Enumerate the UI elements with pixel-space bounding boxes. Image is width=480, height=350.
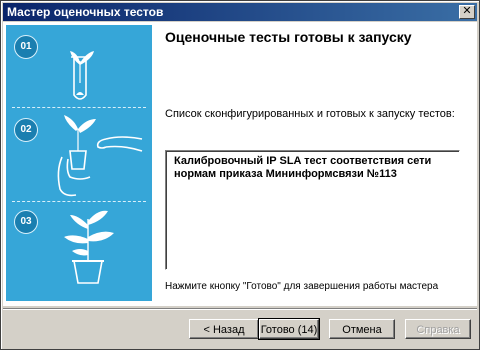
test-list[interactable]: Калибровочный IP SLA тест соответствия с…	[165, 150, 460, 270]
step-divider	[12, 107, 146, 108]
back-button[interactable]: < Назад	[189, 319, 259, 339]
step-2-badge: 02	[14, 118, 38, 142]
step-divider	[12, 201, 146, 202]
page-title: Оценочные тесты готовы к запуску	[165, 29, 412, 45]
finish-button[interactable]: Готово (14)	[258, 318, 320, 340]
window-title: Мастер оценочных тестов	[7, 5, 164, 19]
list-item[interactable]: Калибровочный IP SLA тест соответствия с…	[174, 155, 449, 181]
step-3-badge: 03	[14, 210, 38, 234]
close-button[interactable]: ✕	[459, 5, 475, 19]
cancel-button[interactable]: Отмена	[329, 319, 395, 339]
test-list-label: Список сконфигурированных и готовых к за…	[165, 108, 455, 120]
title-bar[interactable]: Мастер оценочных тестов ✕	[3, 3, 477, 21]
help-button: Справка	[405, 319, 471, 339]
close-icon: ✕	[462, 5, 472, 17]
finish-instruction: Нажмите кнопку "Готово" для завершения р…	[165, 281, 439, 292]
step-1-badge: 01	[14, 35, 38, 59]
wizard-content: 01 02 03 Оценочные тесты готовы к запуск…	[3, 22, 477, 306]
wizard-side-panel: 01 02 03	[6, 25, 152, 301]
test-tube-sprout-icon	[70, 51, 94, 100]
hand-planting-icon	[57, 115, 143, 197]
wizard-window: Мастер оценочных тестов ✕ 01 02 03 Оцено…	[0, 0, 480, 350]
potted-plant-icon	[64, 210, 114, 284]
button-separator	[3, 308, 477, 310]
